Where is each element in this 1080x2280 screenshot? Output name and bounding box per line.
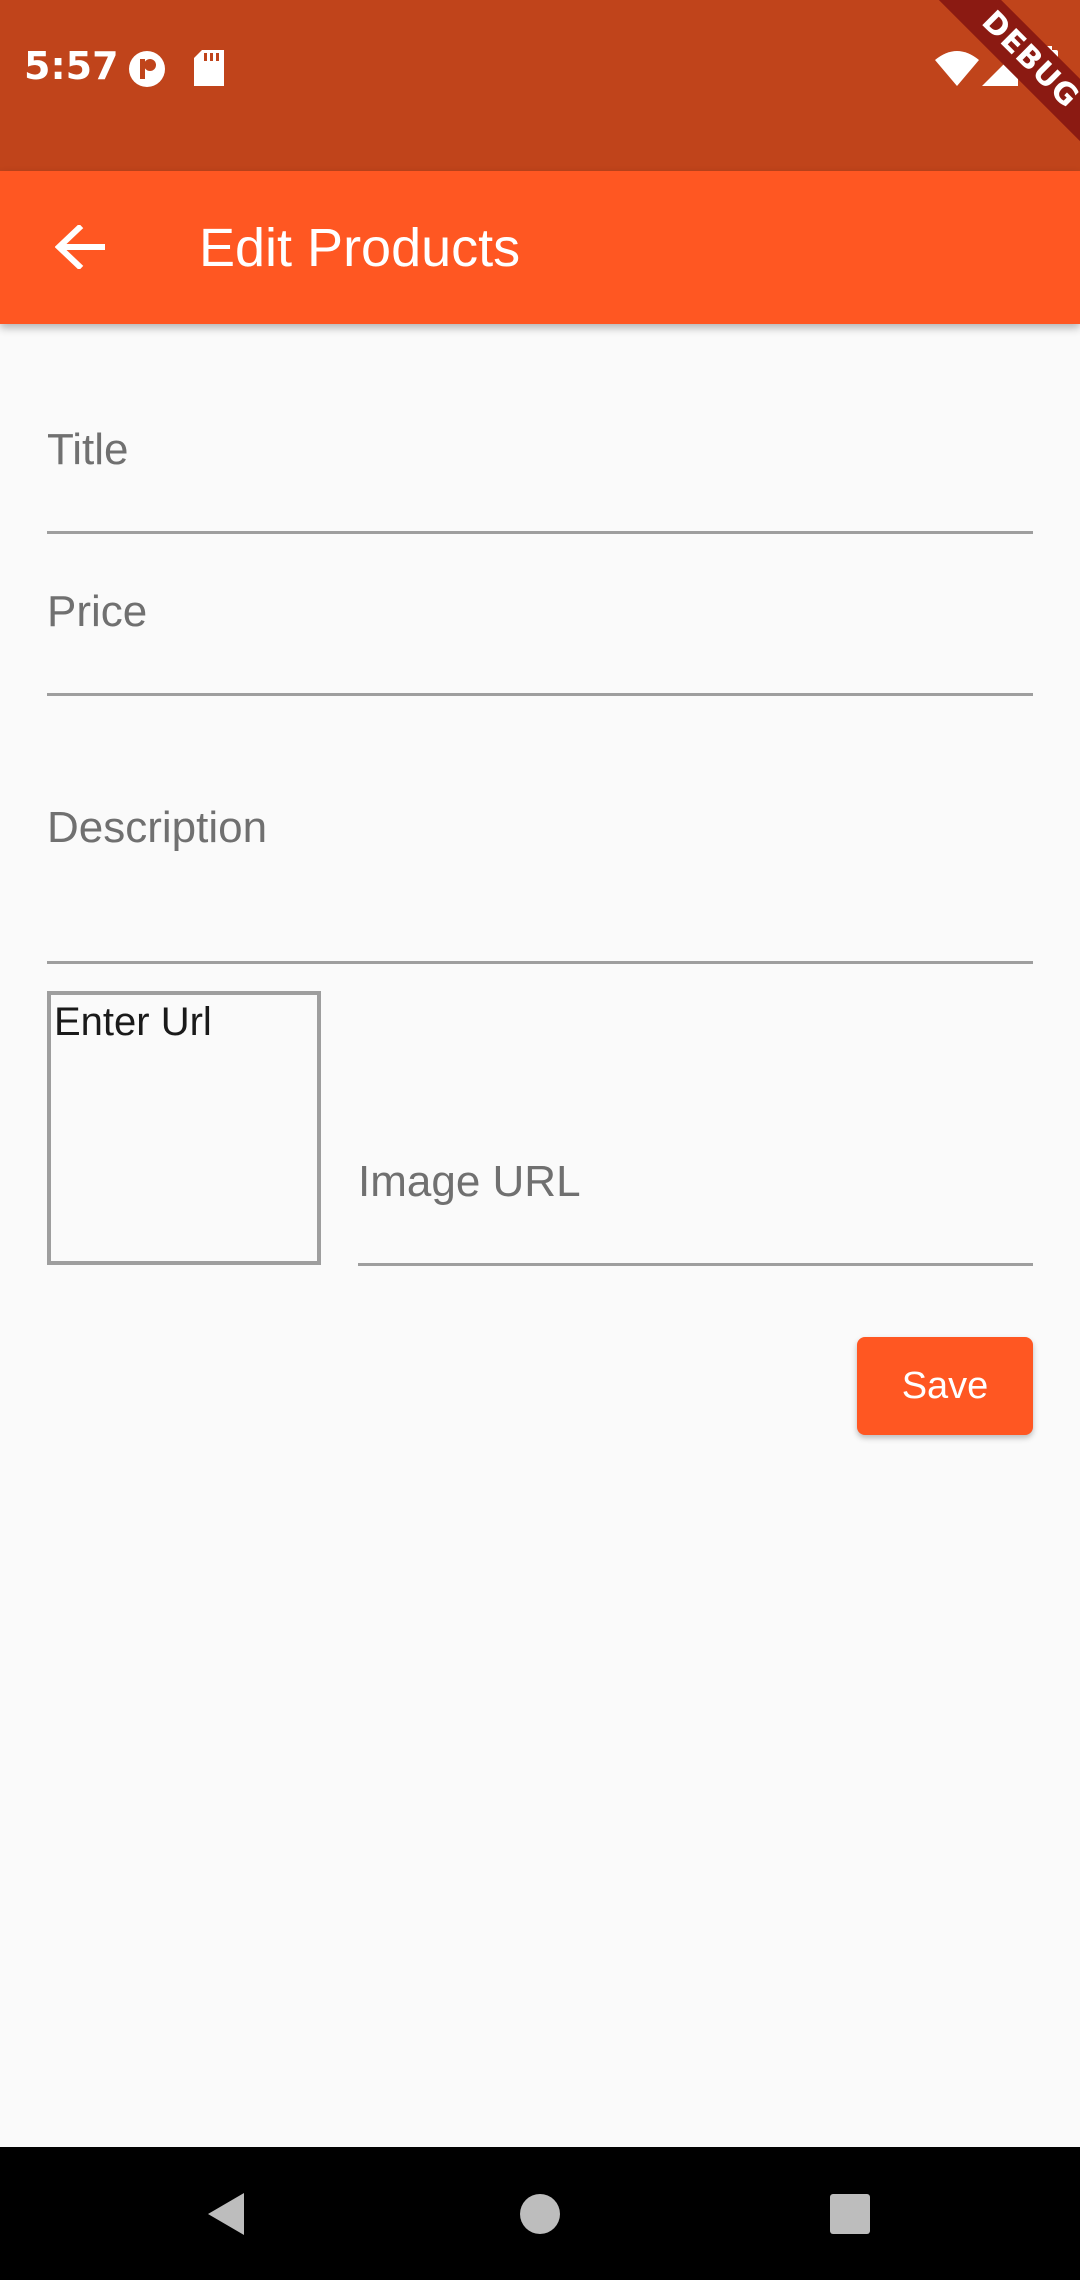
price-field[interactable]: Price [47, 572, 1033, 698]
sd-card-icon [194, 50, 224, 91]
price-field-underline [47, 693, 1033, 696]
app-notification-icon [128, 50, 166, 93]
nav-recents-button[interactable] [790, 2147, 910, 2280]
page-title: Edit Products [199, 218, 521, 278]
title-field-underline [47, 531, 1033, 534]
arrow-left-icon [55, 225, 105, 269]
back-triangle-icon [208, 2192, 244, 2235]
image-url-field-underline [358, 1263, 1033, 1266]
wifi-icon [935, 50, 979, 91]
price-field-label: Price [47, 587, 148, 636]
status-bar: 5:57 DEBUG [0, 0, 1080, 171]
nav-home-button[interactable] [480, 2147, 600, 2280]
description-field-underline [47, 961, 1033, 964]
nav-back-button[interactable] [166, 2147, 286, 2280]
image-preview: Enter Url [47, 991, 321, 1265]
image-url-field-label: Image URL [358, 1157, 581, 1206]
status-time: 5:57 [24, 44, 119, 88]
image-preview-placeholder: Enter Url [54, 1000, 212, 1044]
save-button[interactable]: Save [857, 1337, 1033, 1435]
home-circle-icon [520, 2193, 560, 2234]
title-field-label: Title [47, 425, 129, 474]
app-bar: Edit Products [0, 171, 1080, 324]
description-field-label: Description [47, 803, 268, 852]
description-field[interactable]: Description [47, 780, 1033, 966]
recents-square-icon [830, 2193, 870, 2234]
image-url-field[interactable]: Image URL [358, 1130, 1033, 1268]
system-nav-bar [0, 2147, 1080, 2280]
back-button[interactable] [44, 211, 116, 283]
edit-products-screen: 5:57 DEBUG Edit Products Title Price Des… [0, 0, 1080, 2280]
title-field[interactable]: Title [47, 410, 1033, 536]
